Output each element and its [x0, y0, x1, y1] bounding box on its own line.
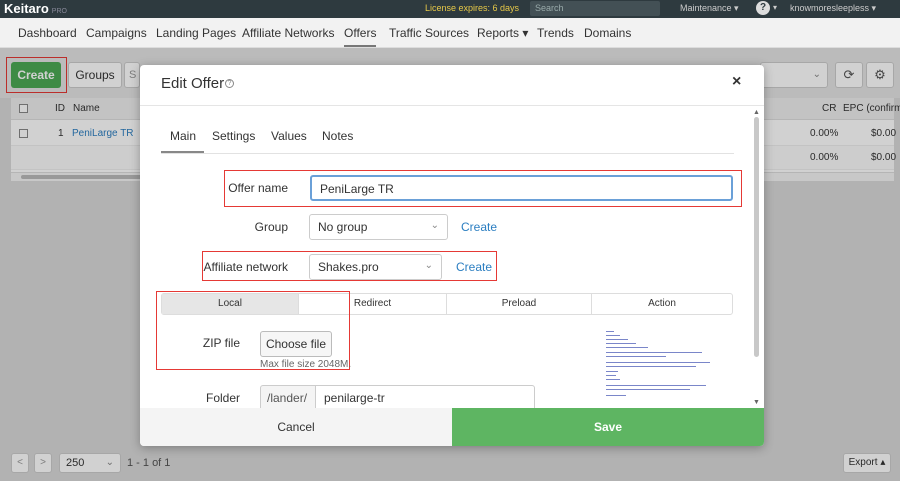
- help-caret-icon[interactable]: ▾: [773, 3, 777, 12]
- edit-offer-modal: Edit Offer ? × Main Settings Values Note…: [140, 65, 764, 446]
- nav-campaigns[interactable]: Campaigns: [86, 26, 147, 40]
- scroll-down-icon[interactable]: ▼: [753, 399, 760, 406]
- nav-trends[interactable]: Trends: [537, 26, 574, 40]
- tab-notes[interactable]: Notes: [322, 129, 353, 143]
- logo-edition: PRO: [51, 8, 67, 15]
- tab-main[interactable]: Main: [170, 129, 196, 143]
- logo[interactable]: Keitaro PRO: [4, 1, 67, 16]
- nav-reports[interactable]: Reports ▾: [477, 26, 528, 40]
- nav-offers[interactable]: Offers: [344, 26, 377, 47]
- global-search-input[interactable]: Search: [530, 1, 660, 16]
- offer-name-label: Offer name: [228, 181, 288, 195]
- group-select-value: No group: [318, 220, 368, 234]
- modal-divider: [140, 105, 764, 106]
- scroll-up-icon[interactable]: ▲: [753, 109, 760, 116]
- type-action[interactable]: Action: [592, 294, 732, 314]
- chevron-down-icon: ⌄: [424, 260, 433, 271]
- max-file-size-hint: Max file size 2048M.: [260, 359, 352, 370]
- close-icon[interactable]: ×: [732, 73, 741, 91]
- license-notice: License expires: 6 days: [425, 3, 520, 13]
- affiliate-network-select[interactable]: Shakes.pro ⌄: [309, 254, 442, 280]
- help-icon[interactable]: ?: [756, 1, 770, 15]
- group-select[interactable]: No group ⌄: [309, 214, 448, 240]
- logo-text: Keitaro: [4, 1, 49, 16]
- main-nav: Dashboard Campaigns Landing Pages Affili…: [0, 18, 900, 48]
- chevron-down-icon: ⌄: [430, 220, 439, 231]
- tab-values[interactable]: Values: [271, 129, 307, 143]
- nav-landing-pages[interactable]: Landing Pages: [156, 26, 236, 40]
- top-bar: Keitaro PRO License expires: 6 days Searc…: [0, 0, 900, 18]
- tab-settings[interactable]: Settings: [212, 129, 255, 143]
- save-button[interactable]: Save: [452, 408, 764, 446]
- nav-domains[interactable]: Domains: [584, 26, 631, 40]
- scrollbar-thumb[interactable]: [754, 117, 759, 357]
- lander-preview-thumbnail: [606, 329, 716, 409]
- create-affiliate-network-link[interactable]: Create: [456, 260, 492, 274]
- modal-title: Edit Offer: [161, 75, 225, 92]
- nav-traffic-sources[interactable]: Traffic Sources: [389, 26, 469, 40]
- type-preload[interactable]: Preload: [447, 294, 592, 314]
- help-icon[interactable]: ?: [225, 79, 234, 88]
- group-label: Group: [254, 220, 288, 234]
- nav-affiliate-networks[interactable]: Affiliate Networks: [242, 26, 334, 40]
- user-menu[interactable]: knowmoresleepless ▾: [790, 3, 876, 14]
- zip-file-label: ZIP file: [202, 336, 240, 350]
- folder-label: Folder: [205, 391, 240, 405]
- maintenance-menu[interactable]: Maintenance ▾: [680, 3, 739, 14]
- affiliate-network-value: Shakes.pro: [318, 260, 379, 274]
- modal-vertical-scrollbar[interactable]: ▲ ▼: [753, 109, 761, 409]
- tabs-divider: [161, 153, 734, 154]
- offer-name-input[interactable]: PeniLarge TR: [310, 175, 733, 201]
- affiliate-network-label: Affiliate network: [203, 260, 289, 274]
- cancel-button[interactable]: Cancel: [140, 408, 452, 446]
- choose-file-button[interactable]: Choose file: [260, 331, 332, 357]
- create-group-link[interactable]: Create: [461, 220, 497, 234]
- nav-dashboard[interactable]: Dashboard: [18, 26, 77, 40]
